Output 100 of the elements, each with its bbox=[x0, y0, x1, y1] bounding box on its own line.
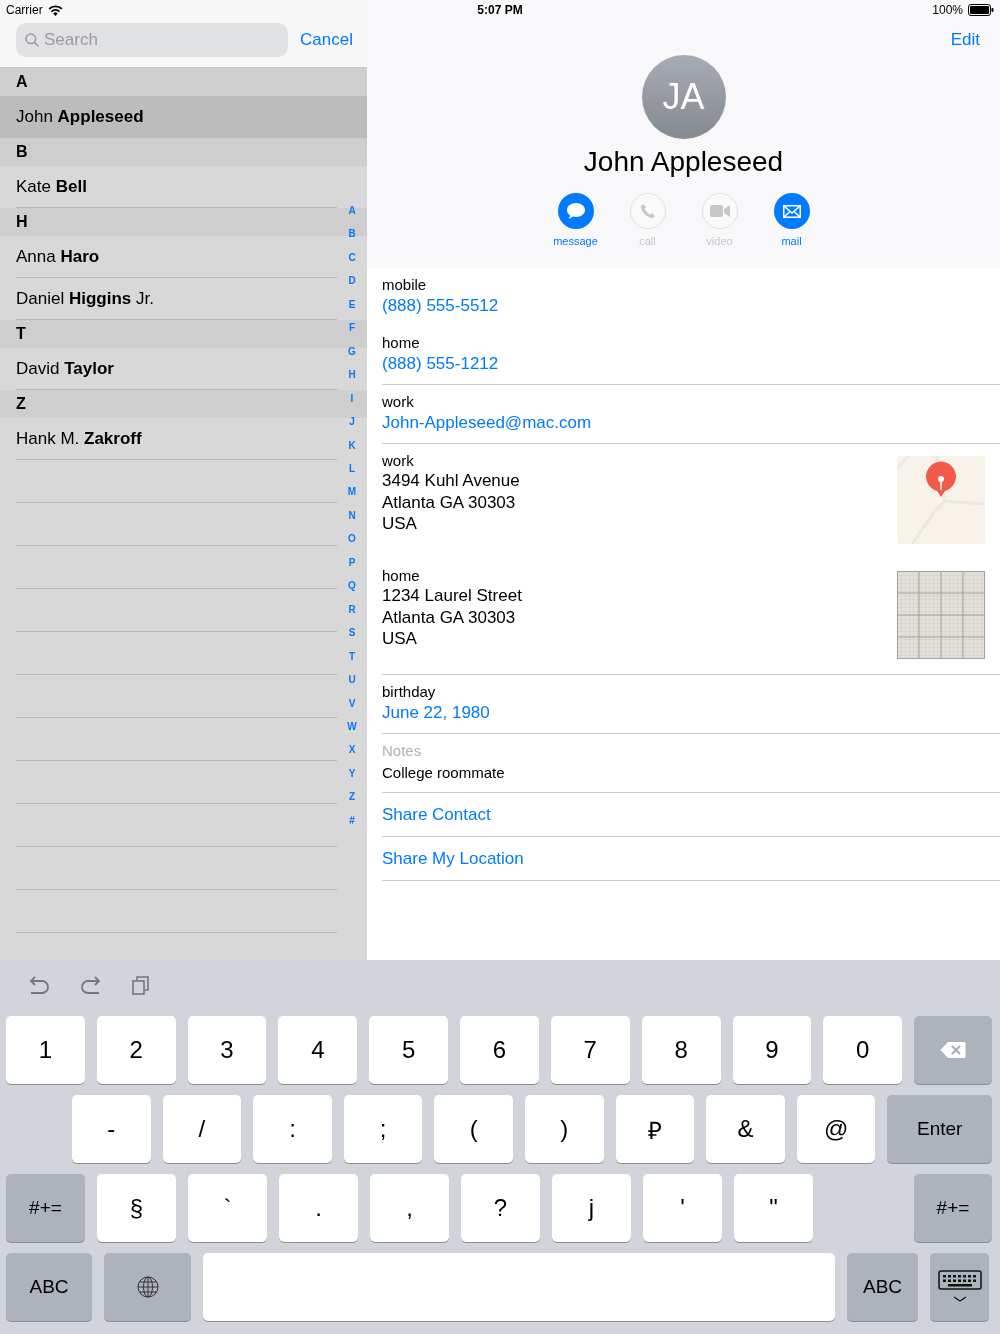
index-letter[interactable]: Z bbox=[348, 785, 356, 809]
keyboard-key[interactable]: - bbox=[72, 1095, 151, 1163]
globe-key[interactable] bbox=[104, 1253, 191, 1321]
index-letter[interactable]: C bbox=[348, 245, 356, 270]
keyboard-key[interactable]: ) bbox=[525, 1095, 604, 1163]
keyboard-key[interactable]: " bbox=[734, 1174, 813, 1242]
keyboard-key[interactable]: § bbox=[97, 1174, 176, 1242]
field-label: work bbox=[382, 393, 415, 411]
index-letter[interactable]: H bbox=[348, 363, 356, 387]
keyboard-key[interactable]: ( bbox=[434, 1095, 514, 1163]
index-letter[interactable]: K bbox=[348, 433, 356, 457]
field-link[interactable]: (888) 555-1212 bbox=[382, 352, 499, 376]
index-letter[interactable]: A bbox=[348, 199, 356, 223]
keyboard-key[interactable]: / bbox=[162, 1095, 242, 1163]
keyboard-key[interactable]: : bbox=[253, 1095, 332, 1163]
index-letter[interactable]: N bbox=[348, 503, 356, 528]
keyboard-key[interactable]: 6 bbox=[460, 1016, 539, 1084]
paste-icon[interactable] bbox=[132, 975, 150, 995]
globe-icon bbox=[136, 1276, 159, 1298]
keyboard-key[interactable]: 1 bbox=[6, 1016, 85, 1084]
keyboard-key[interactable]: ABC bbox=[6, 1253, 92, 1321]
search-icon bbox=[25, 32, 39, 47]
keyboard-key[interactable]: @ bbox=[796, 1095, 876, 1163]
phone-icon bbox=[639, 203, 656, 219]
index-letter[interactable]: X bbox=[348, 738, 356, 762]
index-letter[interactable]: V bbox=[348, 691, 356, 715]
keyboard-key[interactable]: ABC bbox=[847, 1253, 918, 1321]
keyboard-key[interactable]: #+= bbox=[6, 1174, 85, 1242]
field-label: birthday bbox=[382, 683, 437, 701]
keyboard-key[interactable]: ` bbox=[188, 1174, 267, 1242]
field-link[interactable]: June 22, 1980 bbox=[382, 701, 490, 725]
index-letter[interactable]: M bbox=[347, 480, 357, 504]
search-field[interactable]: Search bbox=[16, 22, 288, 57]
action-link[interactable]: Share Contact bbox=[382, 803, 491, 827]
index-letter[interactable]: W bbox=[347, 714, 357, 739]
keyboard-key[interactable]: 5 bbox=[369, 1016, 449, 1084]
carrier-label: Carrier bbox=[6, 3, 43, 17]
delete-key[interactable] bbox=[914, 1016, 992, 1084]
keyboard-key[interactable]: , bbox=[370, 1174, 449, 1242]
contact-name: John Appleseed bbox=[583, 145, 784, 179]
note-text: College roommate bbox=[382, 763, 506, 783]
index-letter[interactable]: B bbox=[348, 222, 356, 246]
keyboard-key[interactable]: 2 bbox=[96, 1016, 176, 1084]
keyboard-key[interactable]: & bbox=[706, 1095, 785, 1163]
keyboard-key[interactable]: ; bbox=[343, 1095, 423, 1163]
field-link[interactable]: John-Appleseed@mac.com bbox=[382, 411, 592, 435]
keyboard-key[interactable]: 8 bbox=[641, 1016, 721, 1084]
keyboard-key[interactable]: Enter bbox=[887, 1095, 992, 1163]
index-letter[interactable]: O bbox=[348, 527, 356, 551]
hide-keyboard-key[interactable] bbox=[930, 1253, 989, 1321]
index-letter[interactable]: Q bbox=[348, 574, 356, 598]
field-label: work bbox=[382, 452, 415, 470]
keyboard-key[interactable]: 4 bbox=[278, 1016, 358, 1084]
index-letter[interactable]: S bbox=[348, 621, 356, 645]
edit-button[interactable]: Edit bbox=[950, 30, 980, 50]
video-camera-icon bbox=[709, 205, 730, 217]
undo-icon[interactable] bbox=[28, 976, 50, 994]
keyboard-key[interactable]: ₽ bbox=[615, 1095, 695, 1163]
speech-bubble-icon bbox=[565, 202, 586, 220]
index-letter[interactable]: R bbox=[348, 597, 356, 622]
section-header: B bbox=[0, 138, 367, 166]
address-line: USA bbox=[382, 513, 418, 535]
index-letter[interactable]: G bbox=[348, 339, 356, 364]
redo-icon[interactable] bbox=[80, 976, 102, 994]
keyboard-key[interactable]: 3 bbox=[187, 1016, 267, 1084]
index-letter[interactable]: P bbox=[348, 550, 356, 575]
section-header: A bbox=[0, 68, 367, 96]
index-letter[interactable]: D bbox=[348, 269, 356, 293]
keyboard-key[interactable]: j bbox=[552, 1174, 631, 1242]
keyboard-icon bbox=[937, 1270, 982, 1304]
index-letter[interactable]: J bbox=[349, 410, 355, 434]
keyboard-key[interactable]: 0 bbox=[823, 1016, 903, 1084]
avatar: JA bbox=[641, 55, 726, 139]
keyboard-key[interactable]: ? bbox=[461, 1174, 540, 1242]
keyboard-key[interactable]: ' bbox=[643, 1174, 722, 1242]
address-line: 3494 Kuhl Avenue bbox=[382, 470, 520, 492]
index-letter[interactable]: # bbox=[349, 808, 355, 833]
index-letter[interactable]: L bbox=[348, 457, 356, 481]
index-letter[interactable]: Y bbox=[348, 761, 356, 786]
address-line: USA bbox=[382, 628, 418, 650]
contact-row[interactable]: John Appleseed bbox=[0, 96, 367, 138]
field-label: home bbox=[382, 567, 421, 585]
keyboard-key[interactable]: 9 bbox=[732, 1016, 812, 1084]
address-line: Atlanta GA 30303 bbox=[382, 606, 517, 628]
status-time: 5:07 PM bbox=[477, 3, 523, 17]
index-letter[interactable]: E bbox=[348, 292, 356, 317]
address-line: 1234 Laurel Street bbox=[382, 585, 522, 607]
address-line: Atlanta GA 30303 bbox=[382, 491, 517, 513]
field-link[interactable]: (888) 555-5512 bbox=[382, 294, 499, 318]
index-letter[interactable]: F bbox=[348, 316, 356, 340]
action-link[interactable]: Share My Location bbox=[382, 847, 524, 871]
index-letter[interactable]: U bbox=[348, 668, 356, 692]
keyboard-key[interactable]: . bbox=[279, 1174, 358, 1242]
backspace-icon bbox=[940, 1041, 967, 1059]
keyboard-key[interactable]: #+= bbox=[914, 1174, 992, 1242]
field-label: mobile bbox=[382, 276, 428, 294]
cancel-button[interactable]: Cancel bbox=[300, 29, 353, 50]
keyboard-key[interactable]: 7 bbox=[550, 1016, 630, 1084]
field-label: Notes bbox=[382, 742, 423, 760]
index-letter[interactable]: T bbox=[348, 644, 356, 669]
